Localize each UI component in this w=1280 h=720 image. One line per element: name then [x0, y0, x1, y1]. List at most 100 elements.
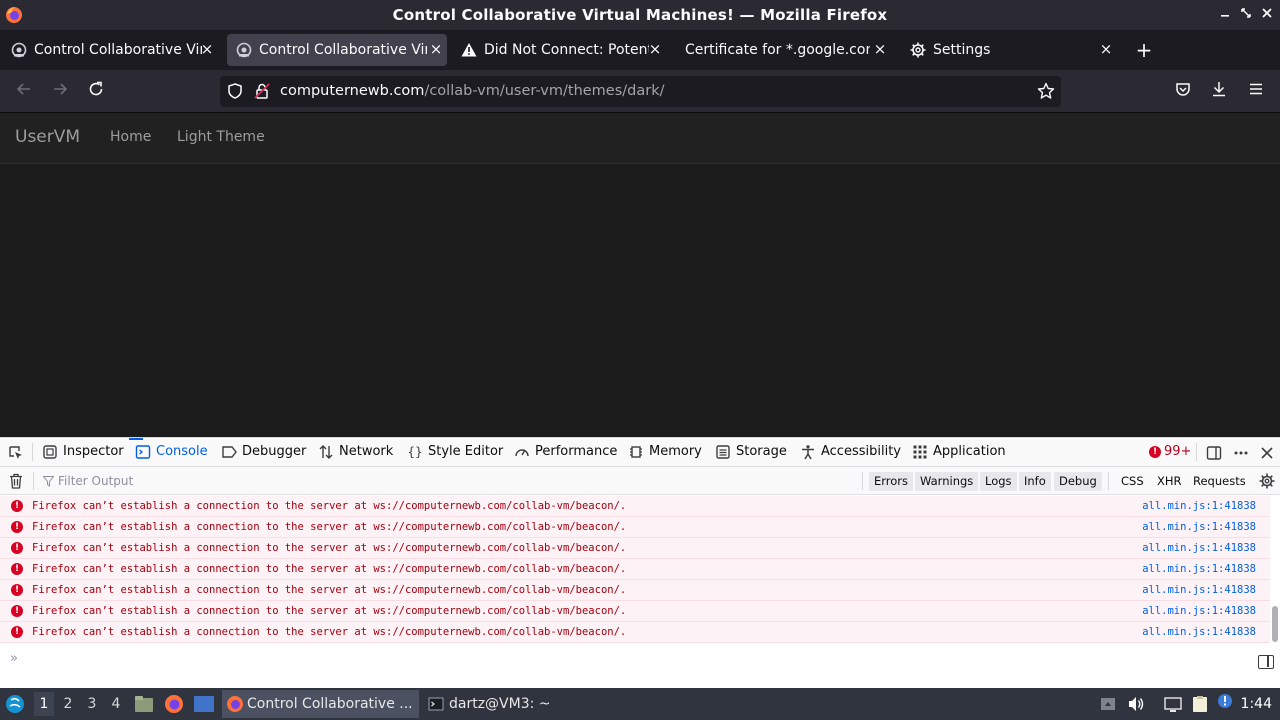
terminal-icon [428, 697, 444, 711]
start-menu-icon[interactable] [5, 694, 25, 714]
filter-css-button[interactable]: CSS [1116, 472, 1149, 491]
tab-did-not-connect[interactable]: Did Not Connect: Potential Security Issu… [452, 34, 666, 66]
message-source-link[interactable]: all.min.js:1:41838 [1142, 542, 1256, 554]
plus-icon: + [1135, 38, 1153, 62]
console-settings-icon[interactable] [1259, 473, 1275, 489]
debugger-icon [222, 446, 237, 458]
minimize-button[interactable] [1214, 4, 1236, 26]
nav-link-home[interactable]: Home [110, 129, 151, 145]
message-source-link[interactable]: all.min.js:1:41838 [1142, 626, 1256, 638]
close-tab-button[interactable]: × [427, 40, 445, 58]
storage-icon [716, 445, 730, 459]
new-tab-button[interactable]: + [1133, 39, 1155, 61]
workspace-4[interactable]: 4 [106, 696, 126, 712]
insecure-lock-icon[interactable] [254, 83, 270, 99]
application-icon [913, 445, 927, 459]
error-icon: ! [1149, 446, 1161, 458]
filter-debug-button[interactable]: Debug [1054, 472, 1102, 491]
tab-label: Accessibility [821, 444, 901, 459]
error-icon: ! [11, 626, 23, 638]
network-tray-icon[interactable] [1164, 695, 1182, 713]
message-source-link[interactable]: all.min.js:1:41838 [1142, 563, 1256, 575]
console-icon [135, 445, 151, 459]
close-tab-button[interactable]: × [646, 40, 664, 58]
site-brand[interactable]: UserVM [15, 127, 80, 147]
tab-certificate[interactable]: Certificate for *.google.com × [677, 34, 891, 66]
tab-label: Settings [933, 42, 991, 58]
close-window-button[interactable] [1256, 4, 1278, 26]
console-error-message[interactable]: ! Firefox can’t establish a connection to… [0, 517, 1270, 538]
message-source-link[interactable]: all.min.js:1:41838 [1142, 521, 1256, 533]
message-text: Firefox can’t establish a connection to … [32, 626, 627, 638]
console-error-message[interactable]: ! Firefox can’t establish a connection to… [0, 580, 1270, 601]
more-options-icon[interactable] [1233, 445, 1249, 461]
url-bar[interactable]: computernewb.com/collab-vm/user-vm/theme… [220, 76, 1061, 107]
console-error-message[interactable]: ! Firefox can’t establish a connection to… [0, 559, 1270, 580]
dock-side-icon[interactable] [1206, 445, 1222, 461]
workspace-1[interactable]: 1 [34, 692, 54, 716]
shield-icon[interactable] [227, 83, 243, 99]
editor-mode-icon[interactable] [1258, 655, 1274, 669]
taskbar-clock[interactable]: 1:44 [1241, 696, 1272, 712]
downloads-button[interactable] [1208, 81, 1230, 103]
element-picker-icon[interactable] [8, 445, 24, 461]
filter-xhr-button[interactable]: XHR [1152, 472, 1187, 491]
error-icon: ! [11, 605, 23, 617]
gear-icon [910, 42, 926, 58]
back-button[interactable] [13, 81, 35, 103]
tab-collab-vm-2[interactable]: Control Collaborative Virtual Machines! … [227, 34, 447, 66]
close-tab-button[interactable]: × [198, 40, 216, 58]
tab-label: Debugger [242, 444, 307, 459]
close-tab-button[interactable]: × [1097, 40, 1115, 58]
workspace-2[interactable]: 2 [58, 696, 78, 712]
taskbar-firefox-window[interactable]: Control Collaborative ... [222, 690, 419, 718]
vm-favicon-icon [11, 42, 27, 58]
close-devtools-icon[interactable] [1260, 446, 1274, 460]
notification-icon[interactable] [1216, 692, 1234, 710]
maximize-button[interactable] [1235, 4, 1257, 26]
back-arrow-icon [16, 83, 30, 95]
trash-icon[interactable] [9, 473, 23, 489]
close-tab-button[interactable]: × [871, 40, 889, 58]
volume-icon[interactable] [1127, 695, 1145, 713]
page-viewport: UserVM Home Light Theme [0, 113, 1280, 437]
filter-logs-button[interactable]: Logs [980, 472, 1017, 491]
app-menu-button[interactable] [1245, 81, 1267, 103]
tab-label: Certificate for *.google.com [685, 42, 870, 58]
url-host: computernewb.com [280, 83, 425, 99]
clipboard-icon[interactable] [1191, 695, 1209, 713]
pocket-button[interactable] [1172, 81, 1194, 103]
filter-requests-button[interactable]: Requests [1188, 472, 1251, 491]
workspace-3[interactable]: 3 [82, 696, 102, 712]
console-input[interactable]: » [0, 645, 1280, 675]
message-source-link[interactable]: all.min.js:1:41838 [1142, 500, 1256, 512]
taskbar-terminal-window[interactable]: dartz@VM3: ~ [424, 690, 604, 718]
console-error-message[interactable]: ! Firefox can’t establish a connection to… [0, 538, 1270, 559]
tab-label: Network [339, 444, 394, 459]
filter-output-input[interactable] [42, 471, 852, 491]
bookmark-star-icon[interactable] [1037, 82, 1055, 100]
console-scrollbar[interactable] [1270, 496, 1280, 645]
filter-errors-button[interactable]: Errors [869, 472, 914, 491]
forward-button[interactable] [49, 81, 71, 103]
tab-collab-vm-1[interactable]: Control Collaborative Virtual Machines! … [2, 34, 218, 66]
toolbar-divider [33, 472, 34, 490]
error-count-badge[interactable]: ! 99+ [1149, 444, 1191, 459]
drive-icon[interactable] [1099, 695, 1117, 713]
scrollbar-thumb[interactable] [1272, 606, 1278, 642]
console-error-message[interactable]: ! Firefox can’t establish a connection to… [0, 601, 1270, 622]
tab-settings[interactable]: Settings × [901, 34, 1117, 66]
firefox-launcher-icon[interactable] [164, 694, 184, 714]
file-manager-icon[interactable] [134, 695, 154, 713]
error-icon: ! [11, 500, 23, 512]
desktop-icon[interactable] [193, 695, 215, 713]
message-source-link[interactable]: all.min.js:1:41838 [1142, 605, 1256, 617]
filter-warnings-button[interactable]: Warnings [915, 472, 979, 491]
nav-link-light-theme[interactable]: Light Theme [177, 129, 265, 145]
url-text[interactable]: computernewb.com/collab-vm/user-vm/theme… [280, 83, 665, 99]
message-source-link[interactable]: all.min.js:1:41838 [1142, 584, 1256, 596]
filter-info-button[interactable]: Info [1019, 472, 1051, 491]
console-error-message[interactable]: ! Firefox can’t establish a connection to… [0, 622, 1270, 643]
console-error-message[interactable]: ! Firefox can’t establish a connection to… [0, 496, 1270, 517]
reload-button[interactable] [85, 81, 107, 103]
